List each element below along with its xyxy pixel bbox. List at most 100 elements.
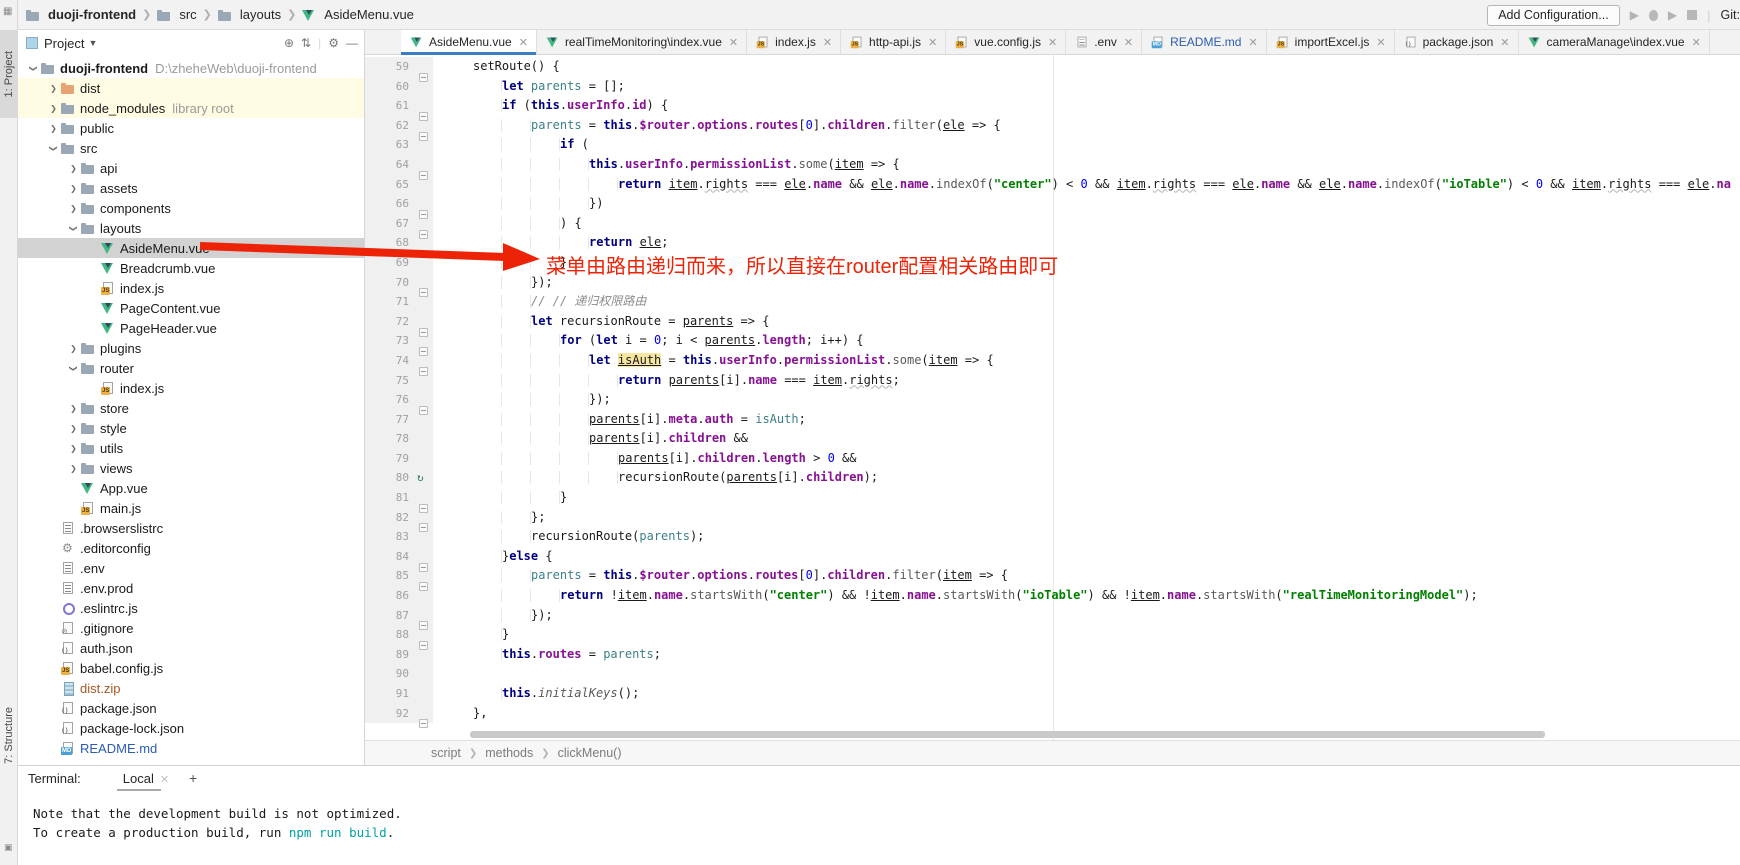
tree-item-index.js[interactable]: index.js [18,378,364,398]
code-editor[interactable]: 59setRoute() {60let parents = [];61if (t… [365,55,1740,740]
editor-tab-package.json[interactable]: package.json✕ [1395,30,1519,54]
code-line-66[interactable]: 66}) [365,194,1740,214]
expand-arrow-icon[interactable]: ❯ [66,424,81,433]
code-line-92[interactable]: 92}, [365,704,1740,724]
tree-item-App.vue[interactable]: App.vue [18,478,364,498]
tree-item-.eslintrc.js[interactable]: .eslintrc.js [18,598,364,618]
editor-tab-vue.config.js[interactable]: vue.config.js✕ [946,30,1066,54]
editor-tab-index.js[interactable]: index.js✕ [747,30,841,54]
terminal-tab-local[interactable]: Local✕ [121,768,171,789]
close-icon[interactable]: ✕ [928,36,937,49]
tree-item-assets[interactable]: ❯assets [18,178,364,198]
tree-item-layouts[interactable]: ❯layouts [18,218,364,238]
close-icon[interactable]: ✕ [1248,36,1257,49]
tree-item-dist[interactable]: ❯dist [18,78,364,98]
expand-arrow-icon[interactable]: ❯ [66,344,81,353]
add-configuration-button[interactable]: Add Configuration... [1487,5,1620,26]
code-line-85[interactable]: 85parents = this.$router.options.routes[… [365,566,1740,586]
tree-item-node_modules[interactable]: ❯node_moduleslibrary root [18,98,364,118]
code-line-64[interactable]: 64this.userInfo.permissionList.some(item… [365,155,1740,175]
tree-item-dist.zip[interactable]: dist.zip [18,678,364,698]
breadcrumb-item-AsideMenu.vue[interactable]: AsideMenu.vue [302,7,414,22]
code-line-73[interactable]: 73for (let i = 0; i < parents.length; i+… [365,331,1740,351]
close-icon[interactable]: ✕ [160,774,169,786]
tree-item-.env[interactable]: .env [18,558,364,578]
code-line-72[interactable]: 72let recursionRoute = parents => { [365,312,1740,332]
code-line-68[interactable]: 68return ele; [365,233,1740,253]
code-line-88[interactable]: 88} [365,625,1740,645]
editor-tab-realTimeMonitoring\index.vue[interactable]: realTimeMonitoring\index.vue✕ [537,30,747,54]
tree-item-views[interactable]: ❯views [18,458,364,478]
close-icon[interactable]: ✕ [1124,36,1133,49]
code-line-67[interactable]: 67) { [365,214,1740,234]
collapse-arrow-icon[interactable]: ❯ [69,361,78,376]
code-line-63[interactable]: 63if ( [365,135,1740,155]
tree-item-.env.prod[interactable]: .env.prod [18,578,364,598]
collapse-arrow-icon[interactable]: ❯ [29,61,38,76]
terminal-title[interactable]: Terminal: [28,771,81,786]
expand-arrow-icon[interactable]: ❯ [66,164,81,173]
code-line-91[interactable]: 91this.initialKeys(); [365,684,1740,704]
project-panel-title[interactable]: Project [44,36,84,51]
recursive-call-icon[interactable]: ↻ [417,468,433,488]
breadcrumb-item-duoji-frontend[interactable]: duoji-frontend [26,7,136,22]
close-icon[interactable]: ✕ [1500,36,1509,49]
collapse-arrow-icon[interactable]: ❯ [49,141,58,156]
expand-arrow-icon[interactable]: ❯ [46,84,61,93]
breadcrumb-script[interactable]: script [431,746,461,760]
tree-item-duoji-frontend[interactable]: ❯duoji-frontendD:\zheheWeb\duoji-fronten… [18,58,364,78]
code-line-71[interactable]: 71// // 递归权限路由 [365,292,1740,312]
editor-tab-importExcel.js[interactable]: importExcel.js✕ [1267,30,1395,54]
breadcrumb-clickmenu[interactable]: clickMenu() [558,746,622,760]
close-icon[interactable]: ✕ [729,36,738,49]
code-line-83[interactable]: 83recursionRoute(parents); [365,527,1740,547]
code-line-59[interactable]: 59setRoute() { [365,57,1740,77]
tree-item-PageContent.vue[interactable]: PageContent.vue [18,298,364,318]
hide-panel-icon[interactable]: — [346,36,358,50]
code-line-84[interactable]: 84}else { [365,547,1740,567]
code-line-69[interactable]: 69} [365,253,1740,273]
breadcrumb-item-layouts[interactable]: layouts [218,7,281,22]
code-line-70[interactable]: 70}); [365,273,1740,293]
code-line-76[interactable]: 76}); [365,390,1740,410]
breadcrumb-methods[interactable]: methods [485,746,533,760]
debug-icon[interactable] [1649,10,1658,21]
tree-item-Breadcrumb.vue[interactable]: Breadcrumb.vue [18,258,364,278]
tree-item-.browserslistrc[interactable]: .browserslistrc [18,518,364,538]
code-line-65[interactable]: 65return item.rights === ele.name && ele… [365,175,1740,195]
horizontal-scrollbar[interactable] [470,731,1545,738]
editor-tab-README.md[interactable]: README.md✕ [1142,30,1267,54]
tree-item-api[interactable]: ❯api [18,158,364,178]
tree-item-package-lock.json[interactable]: package-lock.json [18,718,364,738]
tree-item-store[interactable]: ❯store [18,398,364,418]
toolwindow-misc-icon[interactable]: ▣ [4,842,13,853]
expand-arrow-icon[interactable]: ❯ [46,104,61,113]
code-line-82[interactable]: 82}; [365,508,1740,528]
tree-item-src[interactable]: ❯src [18,138,364,158]
tree-item-router[interactable]: ❯router [18,358,364,378]
tree-item-public[interactable]: ❯public [18,118,364,138]
git-branch-label[interactable]: Git: [1721,8,1740,22]
code-line-90[interactable]: 90 [365,664,1740,684]
gear-icon[interactable]: ⚙ [328,36,339,50]
breadcrumb-item-src[interactable]: src [157,7,196,22]
tree-item-babel.config.js[interactable]: babel.config.js [18,658,364,678]
toolwindow-button-structure[interactable]: 7: Structure [0,676,18,794]
expand-arrow-icon[interactable]: ❯ [66,184,81,193]
editor-tab-cameraManage\index.vue[interactable]: cameraManage\index.vue✕ [1519,30,1710,54]
code-line-60[interactable]: 60let parents = []; [365,77,1740,97]
code-line-61[interactable]: 61if (this.userInfo.id) { [365,96,1740,116]
tree-item-plugins[interactable]: ❯plugins [18,338,364,358]
tree-item-.editorconfig[interactable]: .editorconfig [18,538,364,558]
collapse-all-icon[interactable]: ⇅ [301,36,311,50]
editor-tab-http-api.js[interactable]: http-api.js✕ [841,30,946,54]
tree-item-components[interactable]: ❯components [18,198,364,218]
tree-item-style[interactable]: ❯style [18,418,364,438]
tree-item-auth.json[interactable]: auth.json [18,638,364,658]
editor-tab-AsideMenu.vue[interactable]: AsideMenu.vue✕ [401,30,537,54]
code-line-87[interactable]: 87}); [365,606,1740,626]
expand-arrow-icon[interactable]: ❯ [66,204,81,213]
code-line-89[interactable]: 89this.routes = parents; [365,645,1740,665]
tree-item-.gitignore[interactable]: .gitignore [18,618,364,638]
tree-item-utils[interactable]: ❯utils [18,438,364,458]
